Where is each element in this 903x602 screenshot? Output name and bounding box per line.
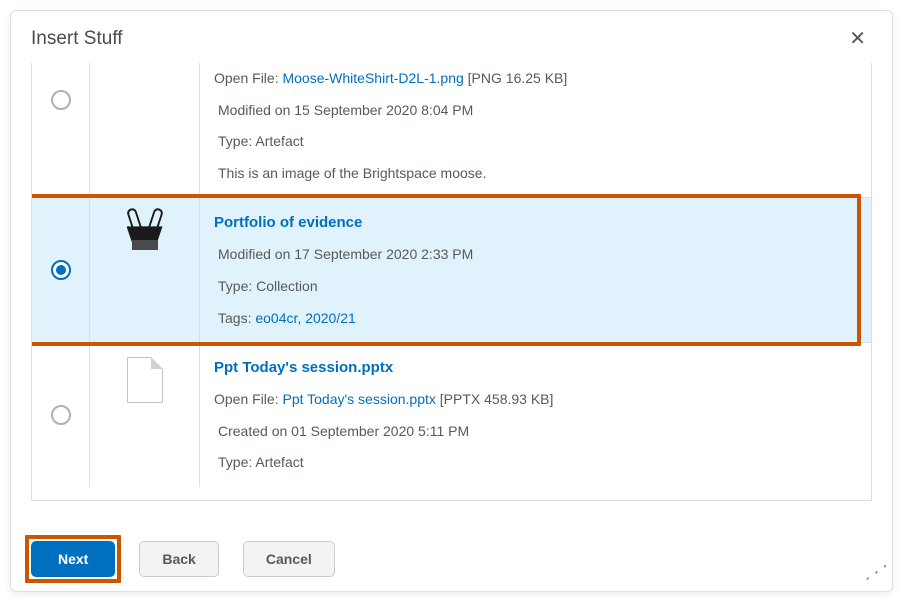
next-button[interactable]: Next bbox=[31, 541, 115, 577]
tags-line: Tags: eo04cr, 2020/21 bbox=[214, 309, 855, 329]
cancel-button[interactable]: Cancel bbox=[243, 541, 335, 577]
modal-title: Insert Stuff bbox=[31, 28, 123, 50]
file-link[interactable]: Ppt Today's session.pptx bbox=[282, 391, 435, 407]
modal-body: Open File: Moose-WhiteShirt-D2L-1.png [P… bbox=[11, 63, 892, 527]
modified-date: Modified on 15 September 2020 8:04 PM bbox=[214, 101, 855, 121]
list-item[interactable]: Portfolio of evidence Modified on 17 Sep… bbox=[32, 198, 871, 343]
file-icon bbox=[127, 357, 163, 403]
radio-cell bbox=[32, 198, 90, 342]
modified-date: Modified on 17 September 2020 2:33 PM bbox=[214, 245, 855, 265]
tag-link[interactable]: 2020/21 bbox=[305, 310, 356, 326]
item-list[interactable]: Open File: Moose-WhiteShirt-D2L-1.png [P… bbox=[31, 63, 872, 501]
close-button[interactable]: ✕ bbox=[843, 25, 872, 53]
icon-cell bbox=[90, 343, 200, 487]
radio-dot-icon bbox=[56, 265, 66, 275]
icon-cell bbox=[90, 63, 200, 197]
icon-cell bbox=[90, 198, 200, 342]
tag-link[interactable]: eo04cr bbox=[255, 310, 297, 326]
item-content: Open File: Moose-WhiteShirt-D2L-1.png [P… bbox=[200, 63, 871, 197]
type-line: Type: Artefact bbox=[214, 132, 855, 152]
insert-stuff-modal: Insert Stuff ✕ Open File: Moos bbox=[10, 10, 893, 592]
item-title[interactable]: Portfolio of evidence bbox=[214, 212, 855, 233]
radio-cell bbox=[32, 343, 90, 487]
close-icon: ✕ bbox=[849, 28, 866, 50]
description: This is an image of the Brightspace moos… bbox=[214, 164, 855, 184]
resize-handle-icon[interactable]: ⋰ bbox=[864, 562, 886, 583]
radio-button[interactable] bbox=[51, 90, 71, 110]
modal-header: Insert Stuff ✕ bbox=[11, 11, 892, 63]
created-date: Created on 01 September 2020 5:11 PM bbox=[214, 422, 855, 442]
radio-cell bbox=[32, 63, 90, 197]
type-line: Type: Artefact bbox=[214, 453, 855, 473]
open-file-line: Open File: Moose-WhiteShirt-D2L-1.png [P… bbox=[214, 69, 855, 89]
type-line: Type: Collection bbox=[214, 277, 855, 297]
open-file-line: Open File: Ppt Today's session.pptx [PPT… bbox=[214, 390, 855, 410]
item-title[interactable]: Ppt Today's session.pptx bbox=[214, 357, 855, 378]
item-content: Ppt Today's session.pptx Open File: Ppt … bbox=[200, 343, 871, 487]
back-button[interactable]: Back bbox=[139, 541, 218, 577]
modal-footer: Next Back Cancel ⋰ bbox=[11, 527, 892, 591]
radio-button[interactable] bbox=[51, 260, 71, 280]
file-link[interactable]: Moose-WhiteShirt-D2L-1.png bbox=[282, 70, 463, 86]
radio-button[interactable] bbox=[51, 405, 71, 425]
list-item[interactable]: Open File: Moose-WhiteShirt-D2L-1.png [P… bbox=[32, 63, 871, 198]
item-content: Portfolio of evidence Modified on 17 Sep… bbox=[200, 198, 871, 342]
binder-clip-icon bbox=[125, 212, 165, 254]
list-item[interactable]: Ppt Today's session.pptx Open File: Ppt … bbox=[32, 343, 871, 487]
